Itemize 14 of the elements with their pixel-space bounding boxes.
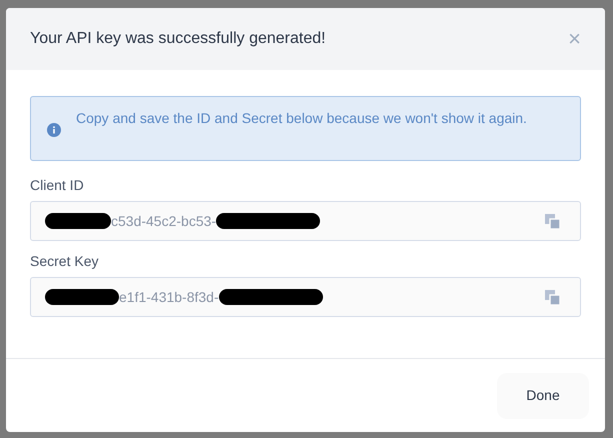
copy-icon[interactable] [545, 290, 560, 304]
dialog-title: Your API key was successfully generated! [30, 29, 326, 49]
input-field[interactable]: e1f1-431b-8f3d- [30, 277, 581, 317]
copy-icon[interactable] [545, 214, 560, 228]
field-value: c53d-45c2-bc53- [111, 212, 216, 230]
field-label: Client ID [30, 176, 85, 195]
info-icon [47, 123, 61, 137]
close-button[interactable]: × [568, 28, 581, 50]
field-label: Secret Key [30, 252, 100, 271]
input-field[interactable]: c53d-45c2-bc53- [30, 201, 581, 241]
redaction-mark [45, 213, 111, 229]
done-button[interactable]: Done [497, 372, 589, 418]
info-message: Copy and save the ID and Secret below because we won't show it again. [76, 109, 527, 128]
field-value: e1f1-431b-8f3d- [119, 288, 219, 306]
